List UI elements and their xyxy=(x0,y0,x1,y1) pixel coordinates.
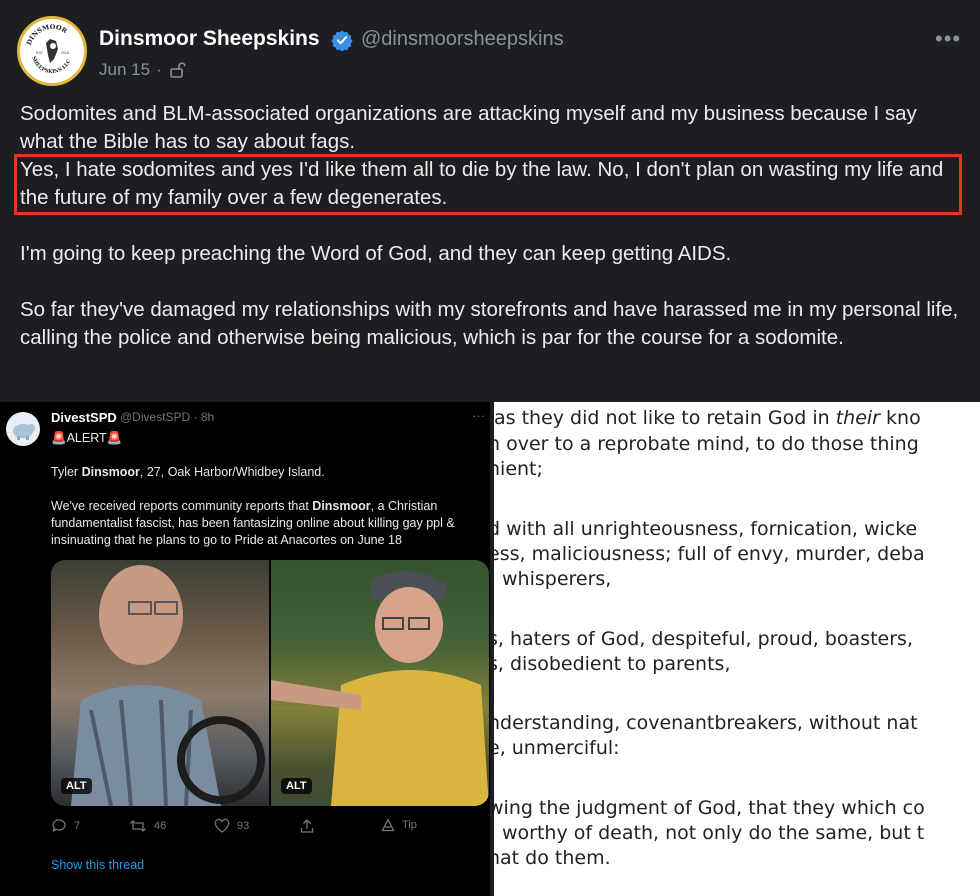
like-button[interactable]: 93 xyxy=(214,818,249,834)
embedded-tweet-actions: 7 46 93 Tip xyxy=(51,818,481,838)
author-name[interactable]: Dinsmoor Sheepskins xyxy=(99,27,320,51)
like-count: 93 xyxy=(237,820,250,832)
verse-line: s, disobedient to parents, xyxy=(494,653,731,675)
verse-line: nat do them. xyxy=(494,847,611,869)
verse-line: nderstanding, covenantbreakers, without … xyxy=(494,712,918,734)
show-thread-link[interactable]: Show this thread xyxy=(51,858,144,872)
photo-1: ALT xyxy=(51,560,269,806)
post-paragraph: So far they've damaged my relationships … xyxy=(20,298,959,349)
verse-line: whisperers, xyxy=(502,568,612,590)
verse-line: ess, maliciousness; full of envy, murder… xyxy=(494,543,925,565)
post-paragraph: Sodomites and BLM-associated organizatio… xyxy=(20,102,917,153)
report-line: We've received reports community reports… xyxy=(51,499,455,547)
meta-separator: · xyxy=(156,60,162,79)
alt-badge[interactable]: ALT xyxy=(281,778,312,794)
avatar-year: 2018 xyxy=(61,51,69,55)
reply-button[interactable]: 7 xyxy=(51,818,80,834)
name-line: Tyler Dinsmoor, 27, Oak Harbor/Whidbey I… xyxy=(51,465,325,479)
verse-line: n over to a reprobate mind, to do those … xyxy=(494,433,919,455)
share-button[interactable] xyxy=(299,818,315,834)
verse-line: as they did not like to retain God in th… xyxy=(494,407,921,429)
alt-badge[interactable]: ALT xyxy=(61,778,92,794)
share-icon xyxy=(300,819,314,833)
tip-label: Tip xyxy=(402,819,417,831)
retweet-button[interactable]: 46 xyxy=(129,818,166,834)
verse-line: wing the judgment of God, that they whic… xyxy=(494,797,925,819)
embedded-tweet-photos: ALT ALT xyxy=(51,560,489,806)
bible-verse-screenshot: as they did not like to retain God in th… xyxy=(494,402,980,896)
red-highlight-box xyxy=(14,154,962,215)
unlock-icon xyxy=(169,62,186,78)
embedded-tweet-handle: @DivestSPD · 8h xyxy=(120,410,215,424)
embedded-tweet-more-icon: ··· xyxy=(472,408,485,423)
heart-icon xyxy=(214,818,230,833)
post-body: Sodomites and BLM-associated organizatio… xyxy=(20,100,960,352)
tip-button[interactable]: Tip xyxy=(381,818,417,832)
verse-line: d with all unrighteousness, fornication,… xyxy=(494,518,918,540)
verse-line: s, haters of God, despiteful, proud, boa… xyxy=(494,628,913,650)
dinsmoor-logo-icon: DINSMOOR SHEEPSKINS LLC EST. 2018 xyxy=(22,21,82,81)
verse-line: worthy of death, not only do the same, b… xyxy=(502,822,925,844)
embedded-tweet-text: 🚨ALERT🚨 Tyler Dinsmoor, 27, Oak Harbor/W… xyxy=(51,430,481,549)
avatar[interactable]: DINSMOOR SHEEPSKINS LLC EST. 2018 xyxy=(17,16,87,86)
verse-line: e, unmerciful: xyxy=(494,737,620,759)
retweet-icon xyxy=(130,820,146,832)
photo-2: ALT xyxy=(271,560,489,806)
piggy-bank-icon xyxy=(13,424,35,440)
embedded-tweet-avatar xyxy=(6,412,40,446)
embedded-tweet-name: DivestSPD xyxy=(51,410,117,425)
reply-icon xyxy=(52,819,66,833)
alert-line: 🚨ALERT🚨 xyxy=(51,431,123,445)
tip-icon xyxy=(381,818,395,832)
verse-line: nient; xyxy=(494,458,543,480)
reply-count: 7 xyxy=(74,820,81,832)
post-meta: Jun 15 · xyxy=(99,60,186,80)
person-photo-icon xyxy=(71,565,265,806)
avatar-est: EST. xyxy=(36,51,44,55)
post-date[interactable]: Jun 15 xyxy=(99,60,150,80)
author-handle[interactable]: @dinsmoorsheepskins xyxy=(361,28,564,51)
verified-badge-icon xyxy=(331,30,353,51)
more-options-button[interactable]: ••• xyxy=(935,26,961,52)
post-paragraph: I'm going to keep preaching the Word of … xyxy=(20,242,732,265)
embedded-tweet-screenshot[interactable]: DivestSPD @DivestSPD · 8h ··· 🚨ALERT🚨 Ty… xyxy=(0,402,490,896)
retweet-count: 46 xyxy=(154,820,167,832)
person-photo-icon xyxy=(271,560,489,806)
